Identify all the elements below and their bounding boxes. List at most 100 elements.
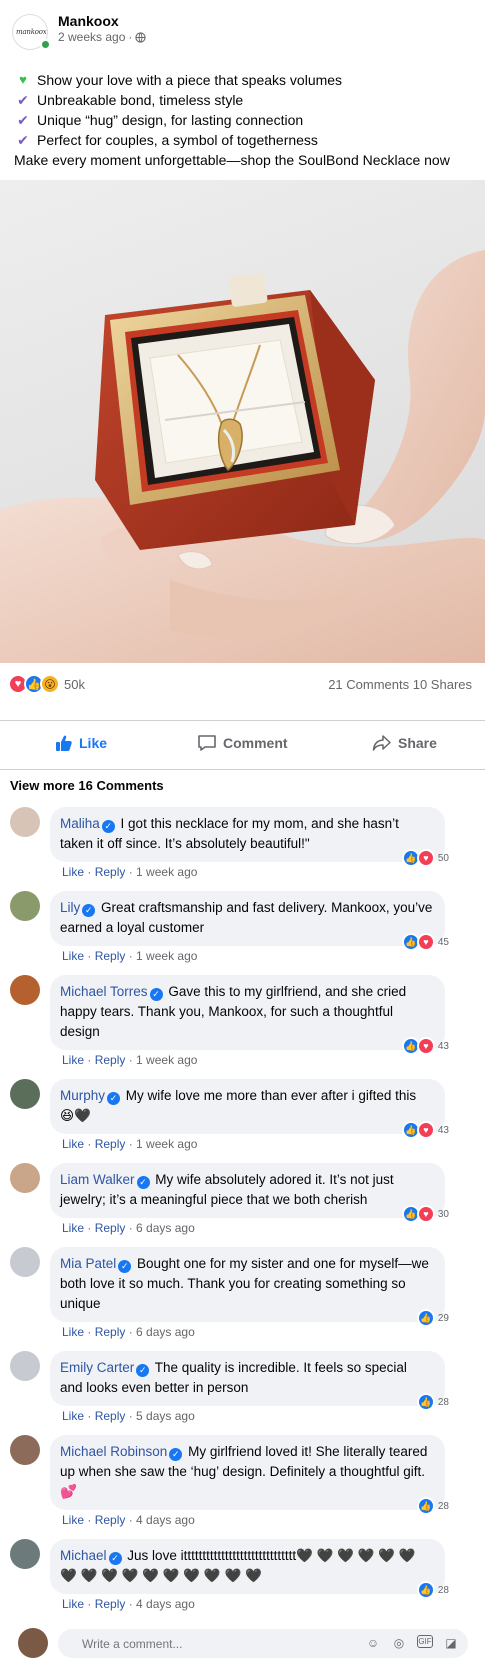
commenter-name[interactable]: Maliha bbox=[60, 816, 100, 831]
post-line: ♥ Show your love with a piece that speak… bbox=[15, 70, 475, 90]
comment-bubble: Maliha ✓ I got this necklace for my mom, … bbox=[50, 807, 445, 862]
post-line-text: Perfect for couples, a symbol of togethe… bbox=[37, 132, 318, 148]
gif-icon[interactable]: GIF bbox=[417, 1635, 433, 1648]
comment-reply-link[interactable]: Reply bbox=[95, 1513, 126, 1527]
comment-time[interactable]: 1 week ago bbox=[136, 865, 197, 879]
comment-reactions[interactable]: 👍 28 bbox=[416, 1581, 449, 1599]
comment-actions: Like · Reply · 1 week ago bbox=[62, 1053, 198, 1067]
view-more-comments-link[interactable]: View more 16 Comments bbox=[10, 778, 164, 793]
comment-button-label: Comment bbox=[223, 735, 288, 751]
commenter-avatar[interactable] bbox=[10, 975, 40, 1005]
verified-badge-icon: ✓ bbox=[169, 1448, 183, 1461]
comment-time[interactable]: 6 days ago bbox=[136, 1221, 195, 1235]
commenter-avatar[interactable] bbox=[10, 891, 40, 921]
comment-time[interactable]: 5 days ago bbox=[136, 1409, 195, 1423]
comment-reply-link[interactable]: Reply bbox=[95, 1053, 126, 1067]
comment-reply-link[interactable]: Reply bbox=[95, 1137, 126, 1151]
share-button[interactable]: Share bbox=[372, 734, 437, 752]
reaction-icons[interactable]: ♥ 👍 😮 bbox=[8, 674, 60, 694]
comment-reply-link[interactable]: Reply bbox=[95, 1409, 126, 1423]
comment-actions: Like · Reply · 4 days ago bbox=[62, 1597, 195, 1611]
camera-icon[interactable]: ◎ bbox=[391, 1635, 407, 1651]
reaction-count[interactable]: 50k bbox=[64, 677, 85, 692]
comment-reaction-count: 45 bbox=[437, 936, 449, 948]
comment-button[interactable]: Comment bbox=[197, 734, 288, 752]
comment-actions: Like · Reply · 1 week ago bbox=[62, 949, 198, 963]
post-header: mankoox Mankoox 2 weeks ago · bbox=[0, 0, 485, 60]
comment-reply-link[interactable]: Reply bbox=[95, 1221, 126, 1235]
check-icon: ✔ bbox=[17, 92, 29, 108]
emoji-icon[interactable]: ☺ bbox=[365, 1635, 381, 1651]
commenter-name[interactable]: Mia Patel bbox=[60, 1256, 116, 1271]
commenter-name[interactable]: Emily Carter bbox=[60, 1360, 134, 1375]
wow-reaction-icon: 😮 bbox=[40, 674, 60, 694]
comment-like-link[interactable]: Like bbox=[62, 1053, 84, 1067]
commenter-name[interactable]: Michael Torres bbox=[60, 984, 148, 999]
like-button[interactable]: Like bbox=[55, 734, 107, 752]
comments-shares-count[interactable]: 21 Comments 10 Shares bbox=[328, 677, 472, 692]
sticker-icon[interactable]: ◪ bbox=[443, 1635, 459, 1651]
like-reaction-icon: 👍 bbox=[416, 1309, 435, 1327]
comment-like-link[interactable]: Like bbox=[62, 865, 84, 879]
comment-time[interactable]: 1 week ago bbox=[136, 1137, 197, 1151]
commenter-name[interactable]: Murphy bbox=[60, 1088, 105, 1103]
verified-badge-icon: ✓ bbox=[136, 1364, 150, 1377]
page-logo: mankoox bbox=[16, 28, 47, 36]
comment-like-link[interactable]: Like bbox=[62, 1325, 84, 1339]
comment-reaction-count: 43 bbox=[437, 1124, 449, 1136]
commenter-name[interactable]: Michael bbox=[60, 1548, 107, 1563]
commenter-avatar[interactable] bbox=[10, 1435, 40, 1465]
my-avatar[interactable] bbox=[18, 1628, 48, 1658]
comment-reply-link[interactable]: Reply bbox=[95, 865, 126, 879]
comment-bubble: Michael Robinson ✓ My girlfriend loved it… bbox=[50, 1435, 445, 1510]
commenter-avatar[interactable] bbox=[10, 1079, 40, 1109]
comment-reactions[interactable]: 👍 28 bbox=[416, 1497, 449, 1515]
comment-time[interactable]: 4 days ago bbox=[136, 1513, 195, 1527]
comment-reactions[interactable]: 👍 ♥ 30 bbox=[401, 1205, 449, 1223]
commenter-avatar[interactable] bbox=[10, 1247, 40, 1277]
comment-reactions[interactable]: 👍 ♥ 43 bbox=[401, 1121, 449, 1139]
commenter-name[interactable]: Lily bbox=[60, 900, 80, 915]
comment-reply-link[interactable]: Reply bbox=[95, 1325, 126, 1339]
post-time[interactable]: 2 weeks ago bbox=[58, 30, 125, 44]
comment-bubble: Emily Carter ✓ The quality is incredible.… bbox=[50, 1351, 445, 1406]
comment-time[interactable]: 4 days ago bbox=[136, 1597, 195, 1611]
post-line: ✔ Unbreakable bond, timeless style bbox=[15, 90, 475, 110]
page-name[interactable]: Mankoox bbox=[58, 13, 119, 29]
comment-time[interactable]: 1 week ago bbox=[136, 1053, 197, 1067]
comment-time[interactable]: 1 week ago bbox=[136, 949, 197, 963]
verified-badge-icon: ✓ bbox=[101, 820, 115, 833]
reactions-summary: ♥ 👍 😮 50k 21 Comments 10 Shares bbox=[0, 665, 485, 705]
comment-like-link[interactable]: Like bbox=[62, 1597, 84, 1611]
like-button-label: Like bbox=[79, 735, 108, 751]
commenter-avatar[interactable] bbox=[10, 1163, 40, 1193]
globe-icon bbox=[135, 31, 147, 43]
comment-icon bbox=[198, 735, 216, 751]
comment-like-link[interactable]: Like bbox=[62, 949, 84, 963]
commenter-avatar[interactable] bbox=[10, 807, 40, 837]
comment-reactions[interactable]: 👍 ♥ 43 bbox=[401, 1037, 449, 1055]
post-image[interactable] bbox=[0, 180, 485, 663]
commenter-name[interactable]: Liam Walker bbox=[60, 1172, 135, 1187]
comment-reactions[interactable]: 👍 29 bbox=[416, 1309, 449, 1327]
comment-time[interactable]: 6 days ago bbox=[136, 1325, 195, 1339]
comment-reactions[interactable]: 👍 ♥ 45 bbox=[401, 933, 449, 951]
comment-reaction-count: 29 bbox=[437, 1312, 449, 1324]
commenter-avatar[interactable] bbox=[10, 1351, 40, 1381]
comment-like-link[interactable]: Like bbox=[62, 1513, 84, 1527]
comment-bubble: Michael Torres ✓ Gave this to my girlfrie… bbox=[50, 975, 445, 1050]
commenter-avatar[interactable] bbox=[10, 1539, 40, 1569]
comment-reply-link[interactable]: Reply bbox=[95, 1597, 126, 1611]
comment-like-link[interactable]: Like bbox=[62, 1409, 84, 1423]
comment-like-link[interactable]: Like bbox=[62, 1221, 84, 1235]
comment-like-link[interactable]: Like bbox=[62, 1137, 84, 1151]
comment-reply-link[interactable]: Reply bbox=[95, 949, 126, 963]
comment-bubble: Mia Patel ✓ Bought one for my sister and … bbox=[50, 1247, 445, 1322]
like-reaction-icon: 👍 bbox=[416, 1497, 435, 1515]
comment-bubble: Lily ✓ Great craftsmanship and fast deliv… bbox=[50, 891, 445, 946]
commenter-name[interactable]: Michael Robinson bbox=[60, 1444, 167, 1459]
comment-actions: Like · Reply · 1 week ago bbox=[62, 865, 198, 879]
comment-reactions[interactable]: 👍 ♥ 50 bbox=[401, 849, 449, 867]
comment-reactions[interactable]: 👍 28 bbox=[416, 1393, 449, 1411]
comment-actions: Like · Reply · 6 days ago bbox=[62, 1221, 195, 1235]
